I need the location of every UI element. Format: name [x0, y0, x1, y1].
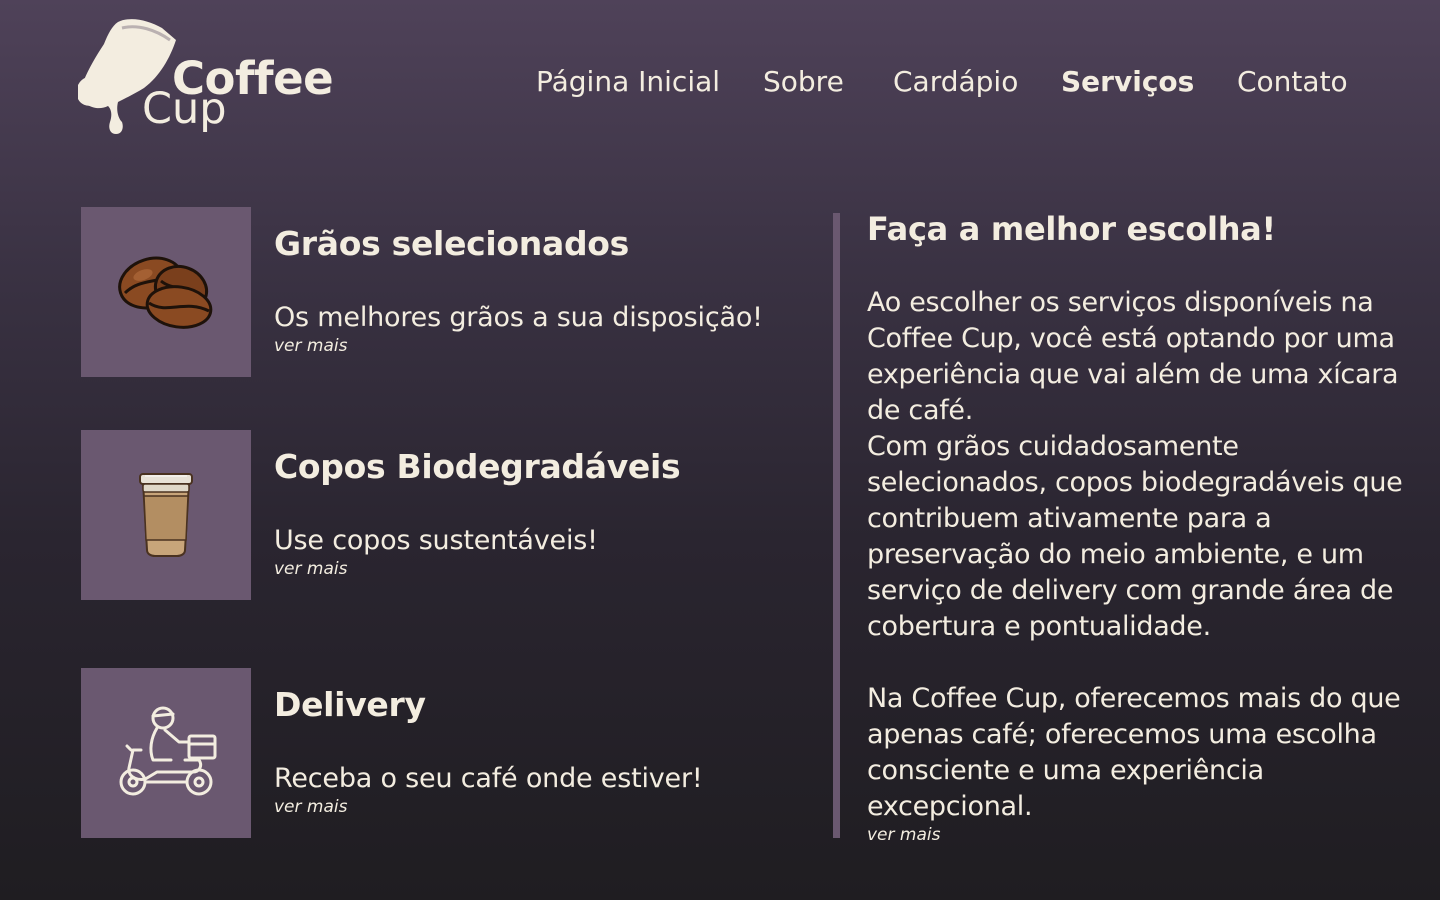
service-title-graos: Grãos selecionados — [274, 224, 629, 263]
ver-mais-link-aside[interactable]: ver mais — [867, 824, 940, 846]
nav-item-servicos[interactable]: Serviços — [1061, 62, 1194, 102]
vertical-divider — [833, 213, 840, 838]
coffee-beans-icon — [118, 256, 213, 329]
aside-title: Faça a melhor escolha! — [867, 210, 1276, 248]
service-description-delivery: Receba o seu café onde estiver! — [274, 763, 703, 794]
nav-item-cardapio[interactable]: Cardápio — [893, 62, 1018, 102]
service-title-copos: Copos Biodegradáveis — [274, 447, 681, 486]
nav-item-pagina-inicial[interactable]: Página Inicial — [536, 62, 720, 102]
service-title-delivery: Delivery — [274, 685, 426, 724]
aside-body-text: Ao escolher os serviços disponíveis na C… — [867, 287, 1403, 822]
biodegradable-cup-icon — [139, 473, 193, 557]
delivery-scooter-icon — [119, 706, 217, 796]
nav-item-contato[interactable]: Contato — [1237, 62, 1348, 102]
ver-mais-link-copos[interactable]: ver mais — [274, 558, 347, 580]
ver-mais-link-graos[interactable]: ver mais — [274, 335, 347, 357]
nav-item-sobre[interactable]: Sobre — [763, 62, 844, 102]
service-image-delivery — [81, 668, 251, 838]
service-image-copos — [81, 430, 251, 600]
service-description-graos: Os melhores grãos a sua disposição! — [274, 302, 763, 333]
service-image-graos — [81, 207, 251, 377]
service-description-copos: Use copos sustentáveis! — [274, 525, 598, 556]
ver-mais-link-delivery[interactable]: ver mais — [274, 796, 347, 818]
main-nav: Página Inicial Sobre Cardápio Serviços C… — [0, 62, 1440, 102]
